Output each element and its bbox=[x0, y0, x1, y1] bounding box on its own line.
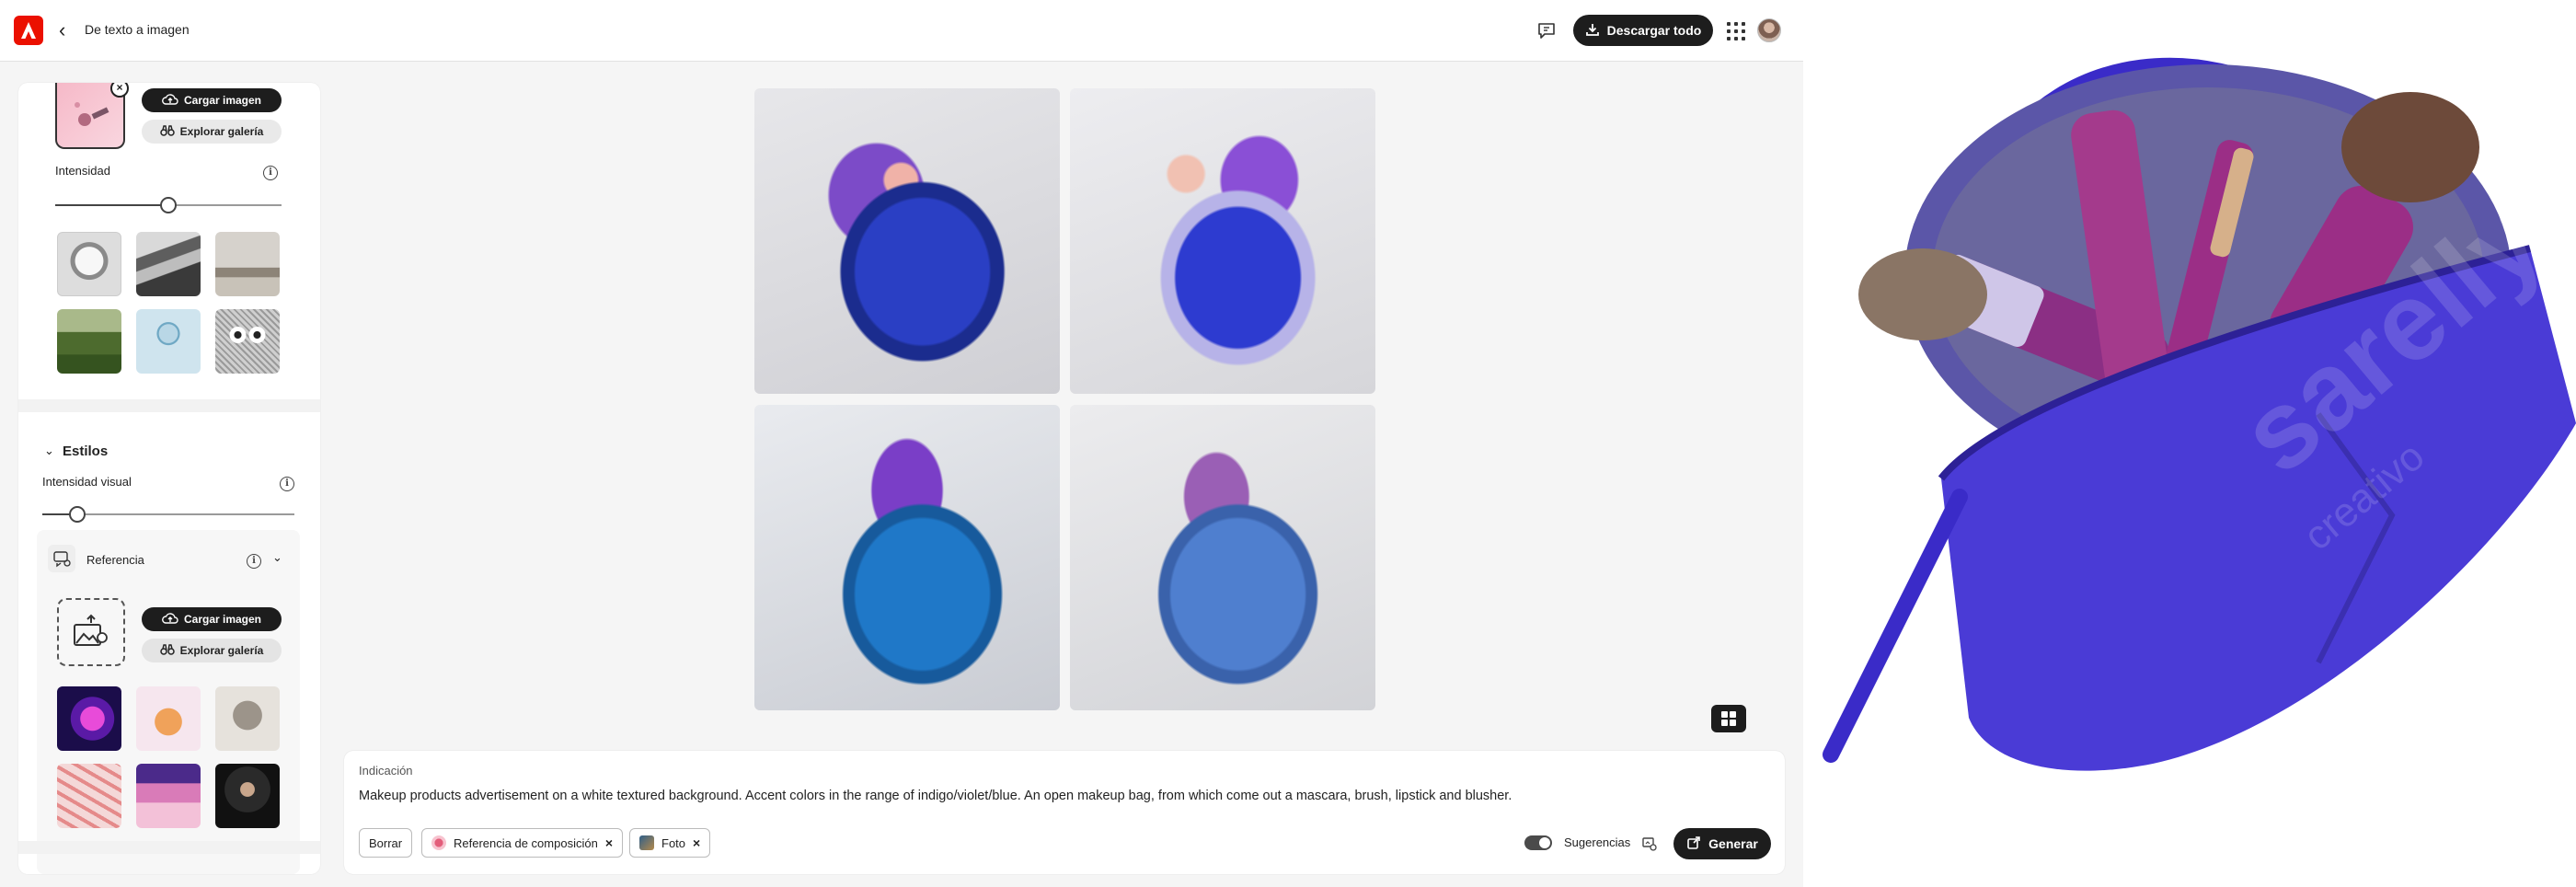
generated-image-3[interactable] bbox=[754, 405, 1060, 710]
back-chevron-icon[interactable]: ‹ bbox=[59, 20, 74, 40]
apps-grid-icon[interactable] bbox=[1727, 22, 1745, 40]
cloud-upload-icon bbox=[162, 612, 178, 628]
style-explore-gallery-label: Explorar galería bbox=[179, 644, 264, 657]
style-thumb-clouds[interactable] bbox=[136, 764, 201, 828]
photo-chip[interactable]: Foto × bbox=[629, 828, 711, 858]
style-upload-image-label: Cargar imagen bbox=[183, 613, 262, 626]
clear-label: Borrar bbox=[369, 835, 403, 850]
feedback-icon[interactable] bbox=[1536, 20, 1557, 40]
photo-chip-icon bbox=[639, 835, 654, 850]
styles-collapse-chevron-icon[interactable]: ⌄ bbox=[44, 444, 54, 458]
reference-info-icon[interactable]: i bbox=[247, 554, 261, 569]
section-divider bbox=[18, 399, 320, 412]
style-thumb-owl[interactable] bbox=[215, 309, 280, 374]
prompt-panel: Indicación Makeup products advertisement… bbox=[344, 751, 1785, 874]
suggestions-label: Sugerencias bbox=[1564, 835, 1631, 849]
download-all-button[interactable]: Descargar todo bbox=[1573, 15, 1713, 46]
style-thumb-pattern[interactable] bbox=[57, 764, 121, 828]
style-thumb-landscape[interactable] bbox=[136, 232, 201, 296]
download-all-label: Descargar todo bbox=[1606, 23, 1702, 38]
avatar[interactable] bbox=[1757, 18, 1781, 42]
cloud-upload-icon bbox=[162, 93, 178, 109]
remove-composition-chip-icon[interactable]: × bbox=[605, 835, 613, 850]
generated-image-4[interactable] bbox=[1070, 405, 1375, 710]
composition-chip-icon bbox=[431, 835, 446, 850]
settings-sidebar: × Cargar imagen Explorar galería Intensi… bbox=[18, 83, 320, 874]
composition-chip-label: Referencia de composición bbox=[454, 835, 598, 850]
generated-image-2[interactable] bbox=[1070, 88, 1375, 394]
style-thumb-portrait[interactable] bbox=[215, 764, 280, 828]
generate-label: Generar bbox=[1708, 836, 1758, 851]
app-window: ‹ De texto a imagen Descargar todo × Car… bbox=[0, 0, 1803, 887]
style-thumb-bust[interactable] bbox=[215, 686, 280, 751]
generated-image-1[interactable] bbox=[754, 88, 1060, 394]
adobe-logo-icon[interactable] bbox=[14, 16, 43, 45]
style-thumb-sphere[interactable] bbox=[136, 309, 201, 374]
style-thumb-road[interactable] bbox=[57, 309, 121, 374]
upload-image-label: Cargar imagen bbox=[183, 94, 262, 107]
prompt-input[interactable]: Makeup products advertisement on a white… bbox=[359, 789, 1720, 803]
visual-intensity-label: Intensidad visual bbox=[42, 475, 132, 489]
explore-gallery-button[interactable]: Explorar galería bbox=[142, 120, 282, 144]
generate-icon bbox=[1686, 835, 1701, 853]
intensity-label: Intensidad bbox=[55, 164, 110, 178]
styles-section-title: Estilos bbox=[63, 444, 109, 459]
composition-reference-thumbnail[interactable]: × bbox=[55, 83, 129, 149]
reference-style-icon bbox=[48, 545, 75, 572]
composition-reference-chip[interactable]: Referencia de composición × bbox=[421, 828, 623, 858]
clear-button[interactable]: Borrar bbox=[359, 828, 413, 858]
prompt-label: Indicación bbox=[359, 764, 413, 778]
style-thumb-thumbs-up[interactable] bbox=[136, 686, 201, 751]
intensity-info-icon[interactable]: i bbox=[263, 166, 278, 180]
visual-intensity-info-icon[interactable]: i bbox=[280, 477, 294, 491]
download-icon bbox=[1585, 22, 1600, 40]
style-thumb-sketch-bird[interactable] bbox=[57, 232, 121, 296]
reference-label: Referencia bbox=[86, 553, 144, 567]
style-upload-image-button[interactable]: Cargar imagen bbox=[142, 607, 282, 631]
intensity-slider-fill bbox=[55, 204, 168, 206]
remove-photo-chip-icon[interactable]: × bbox=[693, 835, 700, 850]
style-thumb-neon[interactable] bbox=[57, 686, 121, 751]
binoculars-icon bbox=[159, 643, 175, 659]
prompt-settings-icon[interactable] bbox=[1641, 835, 1658, 852]
grid-view-icon[interactable] bbox=[1711, 705, 1746, 732]
page-title: De texto a imagen bbox=[85, 22, 190, 37]
upload-image-button[interactable]: Cargar imagen bbox=[142, 88, 282, 112]
visual-intensity-slider-thumb[interactable] bbox=[69, 506, 86, 523]
style-explore-gallery-button[interactable]: Explorar galería bbox=[142, 639, 282, 662]
remove-reference-icon[interactable]: × bbox=[110, 83, 129, 98]
binoculars-icon bbox=[159, 124, 175, 140]
explore-gallery-label: Explorar galería bbox=[179, 125, 264, 138]
reference-expand-chevron-icon[interactable]: ⌄ bbox=[272, 550, 282, 565]
selected-image-preview: sarelly creativo bbox=[1803, 0, 2576, 887]
style-reference-upload-box[interactable] bbox=[57, 598, 125, 666]
photo-chip-label: Foto bbox=[661, 835, 686, 850]
style-thumb-interior[interactable] bbox=[215, 232, 280, 296]
makeup-bag-illustration: sarelly creativo bbox=[1823, 57, 2576, 771]
section-divider bbox=[18, 841, 320, 854]
suggestions-toggle[interactable] bbox=[1524, 835, 1552, 850]
generate-button[interactable]: Generar bbox=[1673, 828, 1771, 859]
intensity-slider-thumb[interactable] bbox=[160, 197, 177, 213]
top-bar: ‹ De texto a imagen Descargar todo bbox=[0, 0, 1803, 62]
